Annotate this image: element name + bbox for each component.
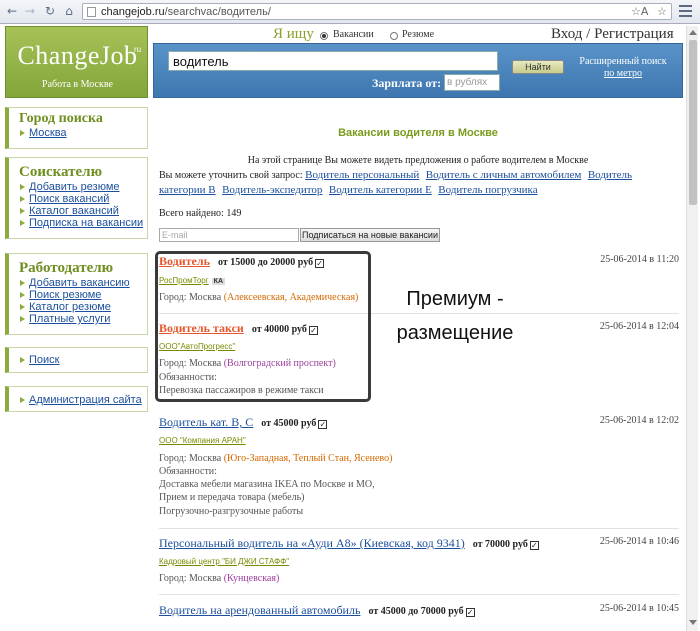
- home-icon[interactable]: ⌂: [61, 3, 77, 19]
- sidebar-city: Город поиска Москва: [5, 107, 148, 149]
- salary-label: Зарплата от:: [372, 76, 442, 90]
- address-bar[interactable]: changejob.ru/searchvac/водитель/ ☆A ☆: [82, 3, 672, 20]
- job-item: Водитель на арендованный автомобиль от 45…: [159, 603, 679, 625]
- radio-resume-label[interactable]: Резюме: [402, 29, 434, 40]
- search-input[interactable]: [168, 51, 498, 71]
- logo-subtitle: Работа в Москве: [42, 79, 113, 90]
- scroll-down-icon[interactable]: [689, 620, 697, 625]
- sidebar-employer: Работодателю Добавить вакансию Поиск рез…: [5, 253, 148, 335]
- job-date: 25-06-2014 в 12:02: [599, 415, 679, 426]
- star-icon[interactable]: ☆: [657, 5, 667, 18]
- job-title-line: Персональный водитель на «Ауди А8» (Киев…: [159, 536, 539, 551]
- job-date: 25-06-2014 в 10:46: [599, 536, 679, 547]
- scroll-up-icon[interactable]: [689, 30, 697, 35]
- job-item: Водитель кат. B, C от 45000 руб ✓ 25-06-20…: [159, 415, 679, 525]
- salary-input[interactable]: в рублях: [444, 74, 500, 91]
- job-location: Город: Москва (Юго-Западная, Теплый Стан…: [159, 453, 393, 464]
- job-date: 25-06-2014 в 11:20: [600, 254, 679, 265]
- sidebar-item-search-resume[interactable]: Поиск резюме: [19, 289, 147, 301]
- company-link[interactable]: ООО "Компания АРАН": [159, 436, 246, 445]
- sidebar-item-moscow[interactable]: Москва: [19, 127, 147, 139]
- logo-tld: ru: [134, 45, 142, 54]
- advanced-search-link[interactable]: Расширенный поиск по метро: [568, 56, 678, 80]
- menu-icon[interactable]: [679, 5, 692, 17]
- sidebar-item-add-resume[interactable]: Добавить резюме: [19, 181, 147, 193]
- job-date: 25-06-2014 в 12:04: [599, 321, 679, 332]
- duties-label: Обязанности:: [159, 466, 217, 477]
- job-title-link[interactable]: Персональный водитель на «Ауди А8» (Киев…: [159, 536, 465, 550]
- sidebar-item-paid-services[interactable]: Платные услуги: [19, 313, 147, 325]
- job-item: Персональный водитель на «Ауди А8» (Киев…: [159, 536, 679, 588]
- checkbox-icon[interactable]: ✓: [318, 420, 328, 429]
- refine-label: Вы можете уточнить свой запрос:: [159, 170, 303, 181]
- logo-text: ChangeJob: [17, 41, 138, 70]
- divider: [159, 594, 679, 595]
- refine-links: Вы можете уточнить свой запрос: Водитель…: [159, 168, 649, 198]
- duties-line: Доставка мебели магазина IKEA по Москве …: [159, 479, 375, 490]
- refine-link-own-car[interactable]: Водитель с личным автомобилем: [426, 169, 582, 181]
- sidebar-item-resume-catalog[interactable]: Каталог резюме: [19, 301, 147, 313]
- checkbox-icon[interactable]: ✓: [465, 608, 475, 617]
- sidebar-search: Поиск: [5, 347, 148, 373]
- refine-link-personal[interactable]: Водитель персональный: [305, 169, 419, 181]
- find-button[interactable]: Найти: [512, 60, 564, 74]
- job-salary: от 45000 руб: [261, 418, 317, 429]
- job-title-link[interactable]: Водитель кат. B, C: [159, 415, 253, 429]
- sidebar-item-admin[interactable]: Администрация сайта: [19, 394, 147, 406]
- scrollbar[interactable]: [686, 26, 698, 631]
- job-salary: от 70000 руб: [472, 539, 528, 550]
- refine-link-forklift[interactable]: Водитель погрузчика: [438, 184, 537, 196]
- iam-label: Я ищу: [273, 26, 314, 42]
- login-register-link[interactable]: Вход / Регистрация: [551, 26, 674, 43]
- browser-toolbar: ← → ↻ ⌂ changejob.ru/searchvac/водитель/…: [0, 0, 700, 24]
- sidebar-item-vacancy-catalog[interactable]: Каталог вакансий: [19, 205, 147, 217]
- city-title: Город поиска: [19, 111, 103, 126]
- radio-vacancies[interactable]: [320, 32, 328, 40]
- sidebar-item-add-vacancy[interactable]: Добавить вакансию: [19, 277, 147, 289]
- divider: [159, 528, 679, 529]
- email-field[interactable]: E-mail: [159, 228, 299, 242]
- employer-title: Работодателю: [19, 260, 114, 276]
- sidebar-admin: Администрация сайта: [5, 386, 148, 412]
- search-header: Я ищу Вакансии Резюме Вход / Регистрация…: [153, 26, 683, 98]
- refine-link-forwarder[interactable]: Водитель-экспедитор: [222, 184, 322, 196]
- premium-annotation: Премиум - размещение: [396, 288, 514, 344]
- url-text: changejob.ru/searchvac/водитель/: [101, 6, 271, 18]
- intro-text: На этой странице Вы можете видеть предло…: [247, 155, 589, 166]
- premium-highlight-frame: [155, 251, 371, 402]
- search-panel: Найти Расширенный поиск по метро Зарплат…: [153, 43, 683, 98]
- job-date: 25-06-2014 в 10:45: [599, 603, 679, 614]
- scroll-thumb[interactable]: [689, 40, 697, 205]
- site-logo[interactable]: ChangeJob ru Работа в Москве: [5, 26, 148, 98]
- sidebar-item-vacancy-subscription[interactable]: Подписка на вакансии: [19, 217, 147, 229]
- refine-link-category-e[interactable]: Водитель категории E: [329, 184, 432, 196]
- sidebar-item-search-vacancies[interactable]: Поиск вакансий: [19, 193, 147, 205]
- radio-resume[interactable]: [390, 32, 398, 40]
- job-title-line: Водитель на арендованный автомобиль от 45…: [159, 603, 475, 618]
- sidebar-seeker: Соискателю Добавить резюме Поиск ваканси…: [5, 157, 148, 239]
- total-found: Всего найдено: 149: [159, 208, 242, 219]
- forward-icon[interactable]: →: [22, 3, 38, 19]
- page-icon: [87, 7, 96, 17]
- sidebar-item-search[interactable]: Поиск: [19, 354, 147, 366]
- reload-icon[interactable]: ↻: [42, 3, 58, 19]
- seeker-title: Соискателю: [19, 164, 103, 180]
- translate-icon[interactable]: ☆A: [631, 5, 648, 18]
- job-title-line: Водитель кат. B, C от 45000 руб ✓: [159, 415, 328, 430]
- job-salary: от 45000 до 70000 руб: [368, 606, 464, 617]
- duties-line: Прием и передача товара (мебель): [159, 492, 305, 503]
- job-title-link[interactable]: Водитель на арендованный автомобиль: [159, 603, 360, 617]
- duties-line: Погрузочно-разгрузочные работы: [159, 506, 304, 517]
- checkbox-icon[interactable]: ✓: [529, 541, 539, 550]
- back-icon[interactable]: ←: [4, 3, 20, 19]
- page-title: Вакансии водителя в Москве: [338, 127, 498, 139]
- company-link[interactable]: Кадровый центр "БИ ДЖИ СТАФФ": [159, 557, 289, 566]
- subscribe-button[interactable]: Подписаться на новые вакансии: [300, 228, 440, 242]
- job-location: Город: Москва (Кунцевская): [159, 573, 280, 584]
- radio-vacancies-label[interactable]: Вакансии: [333, 29, 374, 40]
